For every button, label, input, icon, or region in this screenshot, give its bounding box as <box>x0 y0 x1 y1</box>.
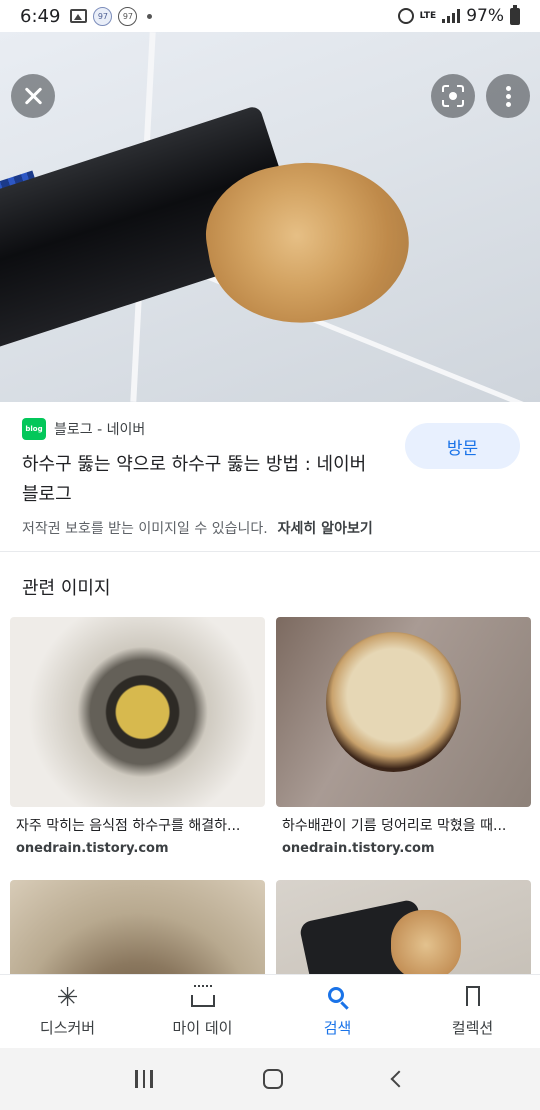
notification-badge-icon: 97 <box>118 6 138 26</box>
close-button[interactable] <box>11 74 55 118</box>
nav-collections[interactable]: 컬렉션 <box>405 975 540 1048</box>
collections-icon <box>459 985 487 1011</box>
learn-more-link[interactable]: 자세히 알아보기 <box>278 518 373 538</box>
related-image-caption: 자주 막히는 음식점 하수구를 해결하... <box>16 818 241 834</box>
google-lens-button[interactable] <box>431 74 475 118</box>
search-icon <box>324 985 352 1011</box>
nav-label: 컬렉션 <box>451 1019 494 1037</box>
source-label: 블로그 - 네이버 <box>54 422 146 438</box>
nav-search[interactable]: 검색 <box>270 975 405 1048</box>
google-lens-icon <box>442 85 464 107</box>
naver-blog-logo: blog <box>22 418 46 440</box>
back-button[interactable] <box>390 1070 408 1088</box>
my-day-icon <box>189 985 217 1011</box>
nav-my-day[interactable]: 마이 데이 <box>135 975 270 1048</box>
related-image-domain: onedrain.tistory.com <box>282 841 435 856</box>
nav-label: 마이 데이 <box>172 1019 233 1037</box>
more-options-button[interactable] <box>486 74 530 118</box>
copyright-notice: 저작권 보호를 받는 이미지일 수 있습니다. 자세히 알아보기 <box>22 518 373 538</box>
related-image-card[interactable]: 자주 막히는 음식점 하수구를 해결하... onedrain.tistory.… <box>10 617 265 856</box>
hero-image[interactable] <box>0 32 540 402</box>
divider <box>0 551 540 552</box>
asterisk-icon: ✳ <box>56 983 79 1013</box>
bottom-navigation: ✳ 디스커버 마이 데이 검색 컬렉션 <box>0 974 540 1048</box>
more-notifications-dot-icon <box>147 13 153 19</box>
nav-discover[interactable]: ✳ 디스커버 <box>0 975 135 1048</box>
related-images-heading: 관련 이미지 <box>22 578 111 599</box>
home-button[interactable] <box>262 1069 283 1089</box>
related-image-thumbnail[interactable] <box>10 617 265 807</box>
status-bar: 6:49 97 97 LTE 97% <box>0 0 540 32</box>
status-time: 6:49 <box>20 5 61 27</box>
notification-icons: 97 97 <box>70 6 153 26</box>
related-image-card[interactable]: 하수배관이 기름 덩어리로 막혔을 때... onedrain.tistory.… <box>276 617 531 856</box>
related-image-domain: onedrain.tistory.com <box>16 841 169 856</box>
related-image-thumbnail[interactable] <box>276 617 531 807</box>
notification-badge-icon: 97 <box>93 6 113 26</box>
battery-percent: 97% <box>466 6 504 26</box>
gallery-icon <box>70 9 88 23</box>
recent-apps-button[interactable] <box>135 1070 153 1088</box>
system-navigation-bar <box>0 1048 540 1110</box>
alarm-icon <box>397 8 414 24</box>
nav-label: 디스커버 <box>39 1019 96 1037</box>
source-row[interactable]: blog 블로그 - 네이버 <box>22 418 145 440</box>
result-title[interactable]: 하수구 뚫는 약으로 하수구 뚫는 방법 : 네이버 블로그 <box>22 450 382 510</box>
battery-icon <box>510 4 520 25</box>
close-icon <box>23 86 43 106</box>
signal-icon <box>442 9 461 23</box>
visit-button[interactable]: 방문 <box>405 423 520 469</box>
status-right: LTE 97% <box>397 4 520 26</box>
related-image-caption: 하수배관이 기름 덩어리로 막혔을 때... <box>282 818 507 834</box>
lte-icon: LTE <box>419 10 437 21</box>
more-vert-icon <box>505 85 511 107</box>
copyright-text: 저작권 보호를 받는 이미지일 수 있습니다. <box>22 521 268 537</box>
nav-label: 검색 <box>323 1019 352 1037</box>
